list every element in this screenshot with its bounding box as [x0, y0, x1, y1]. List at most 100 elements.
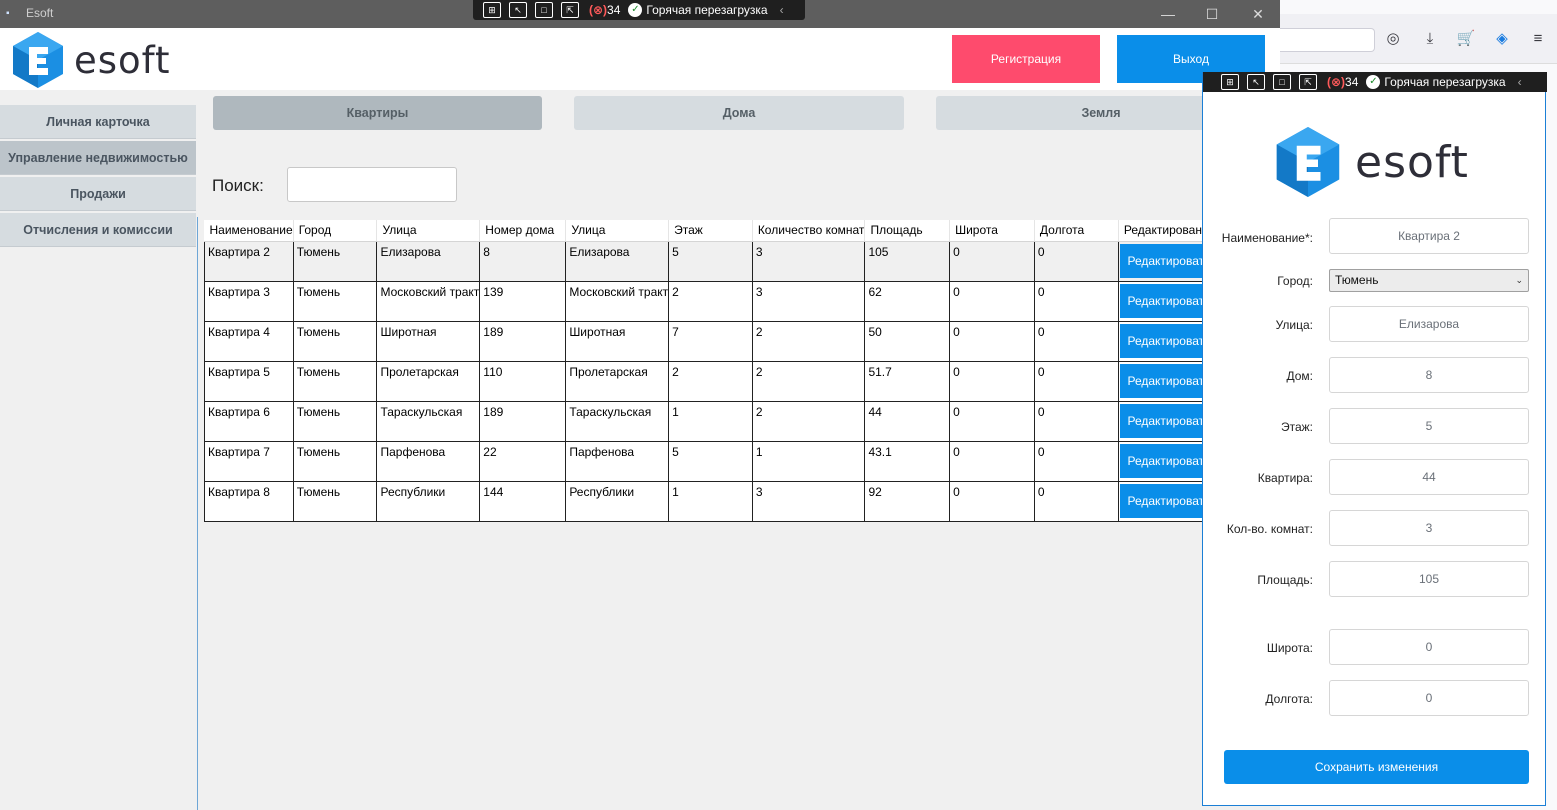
floor-field[interactable]: 5	[1329, 408, 1529, 444]
sidebar-item-property-management[interactable]: Управление недвижимостью	[0, 141, 196, 175]
table-row[interactable]: Квартира 2 Тюмень Елизарова 8 Елизарова 5 3 105…	[204, 240, 1281, 282]
browser-url-fragment[interactable]	[1280, 28, 1375, 52]
select-element-icon[interactable]: ↖	[1247, 74, 1265, 90]
sidebar-item-sales[interactable]: Продажи	[0, 177, 196, 211]
house-label: Дом:	[1286, 369, 1313, 383]
live-tree-icon[interactable]: ⊞	[483, 2, 501, 18]
live-tree-icon[interactable]: ⊞	[1221, 74, 1239, 90]
table-cell: Квартира 6	[204, 400, 294, 442]
maximize-button[interactable]: ☐	[1202, 4, 1222, 24]
table-cell: 2	[668, 360, 753, 402]
logo: esoft	[10, 30, 171, 90]
area-field[interactable]: 105	[1329, 561, 1529, 597]
table-cell: 0	[949, 320, 1035, 362]
table-cell: 0	[1033, 320, 1119, 362]
sidebar-item-personal-card[interactable]: Личная карточка	[0, 105, 196, 139]
column-header[interactable]: Улица	[565, 220, 670, 242]
table-cell: 50	[864, 320, 951, 362]
table-cell: 105	[864, 240, 951, 282]
column-header[interactable]: Номер дома	[479, 220, 567, 242]
city-select[interactable]: Тюмень ⌄	[1329, 269, 1529, 292]
column-header[interactable]: Город	[293, 220, 378, 242]
latitude-label: Широта:	[1266, 641, 1313, 655]
tab-houses[interactable]: Дома	[574, 96, 904, 130]
modal-logo-text: esoft	[1355, 136, 1469, 188]
house-field[interactable]: 8	[1329, 357, 1529, 393]
cart-icon[interactable]: 🛒	[1456, 29, 1476, 49]
column-header[interactable]: Долгота	[1034, 220, 1119, 242]
table-cell: 2	[751, 320, 866, 362]
tab-apartments[interactable]: Квартиры	[213, 96, 542, 130]
name-field[interactable]: Квартира 2	[1329, 218, 1529, 254]
hot-reload-label[interactable]: Горячая перезагрузка	[1384, 75, 1505, 89]
binding-errors[interactable]: (⊗)34	[589, 3, 620, 17]
table-cell: 144	[479, 480, 567, 522]
table-cell: 0	[949, 360, 1035, 402]
main-window: ▪ Esoft — ☐ ✕ esoft Регистрация Выход ⊞ …	[0, 0, 1281, 810]
area-label: Площадь:	[1257, 573, 1313, 587]
table-row[interactable]: Квартира 3 Тюмень Московский тракт 139 Моско…	[204, 280, 1281, 322]
table-cell: 1	[751, 440, 866, 482]
chevron-down-icon: ⌄	[1515, 275, 1523, 285]
column-header[interactable]: Широта	[949, 220, 1035, 242]
table-cell: Квартира 4	[204, 320, 294, 362]
track-focus-icon[interactable]: ⇱	[1299, 74, 1317, 90]
longitude-label: Долгота:	[1265, 692, 1313, 706]
collapse-chevron-icon[interactable]: ‹	[780, 3, 784, 17]
hot-reload-status-icon: ✓	[1366, 75, 1381, 89]
column-header[interactable]: Площадь	[864, 220, 951, 242]
table-row[interactable]: Квартира 6 Тюмень Тараскульская 189 Тараскул…	[204, 400, 1281, 442]
table-cell: 110	[479, 360, 567, 402]
table-cell: 7	[668, 320, 753, 362]
display-layout-icon[interactable]: □	[535, 2, 553, 18]
table-cell: 8	[479, 240, 567, 282]
header: esoft Регистрация Выход	[0, 28, 1280, 90]
display-layout-icon[interactable]: □	[1273, 74, 1291, 90]
city-label: Город:	[1277, 274, 1313, 288]
rooms-field[interactable]: 3	[1329, 510, 1529, 546]
download-icon[interactable]: ⤓	[1420, 29, 1440, 49]
collapse-chevron-icon[interactable]: ‹	[1518, 75, 1522, 89]
register-button[interactable]: Регистрация	[952, 35, 1100, 83]
table-cell: 0	[949, 400, 1035, 442]
column-header[interactable]: Этаж	[668, 220, 753, 242]
table-row[interactable]: Квартира 4 Тюмень Широтная 189 Широтная 7 2 50 0…	[204, 320, 1281, 362]
track-focus-icon[interactable]: ⇱	[561, 2, 579, 18]
column-header[interactable]: Количество комнат	[752, 220, 866, 242]
select-element-icon[interactable]: ↖	[509, 2, 527, 18]
table-cell: 189	[479, 320, 567, 362]
table-cell: Широтная	[376, 320, 481, 362]
logo-text: esoft	[74, 38, 171, 82]
table-cell: Квартира 5	[204, 360, 294, 402]
table-row[interactable]: Квартира 8 Тюмень Республики 144 Республики 1…	[204, 480, 1281, 522]
flat-label: Квартира:	[1257, 471, 1313, 485]
search-input[interactable]	[287, 167, 457, 202]
table-cell: Квартира 8	[204, 480, 294, 522]
table-cell: 62	[864, 280, 951, 322]
table-row[interactable]: Квартира 7 Тюмень Парфенова 22 Парфенова 5 1 43…	[204, 440, 1281, 482]
binding-errors[interactable]: (⊗)34	[1327, 75, 1358, 89]
street-field[interactable]: Елизарова	[1329, 306, 1529, 342]
shield-icon[interactable]: ◈	[1492, 29, 1512, 49]
table-cell: Елизарова	[376, 240, 481, 282]
dev-toolbar: ⊞ ↖ □ ⇱ (⊗)34 ✓ Горячая перезагрузка ‹	[473, 0, 805, 20]
flat-field[interactable]: 44	[1329, 459, 1529, 495]
table-cell: 0	[1033, 360, 1119, 402]
latitude-field[interactable]: 0	[1329, 629, 1529, 665]
sidebar-item-commissions[interactable]: Отчисления и комиссии	[0, 213, 196, 247]
modal-logo: esoft	[1273, 122, 1469, 202]
table-cell: Квартира 7	[204, 440, 294, 482]
column-header[interactable]: Наименование	[204, 220, 294, 242]
table-row[interactable]: Квартира 5 Тюмень Пролетарская 110 Пролетарс…	[204, 360, 1281, 402]
hot-reload-label[interactable]: Горячая перезагрузка	[646, 3, 767, 17]
table-cell: 51.7	[864, 360, 951, 402]
column-header[interactable]: Улица	[376, 220, 481, 242]
minimize-button[interactable]: —	[1158, 4, 1178, 24]
app-icon: ▪	[6, 8, 10, 19]
pocket-icon[interactable]: ◎	[1383, 29, 1403, 49]
longitude-field[interactable]: 0	[1329, 680, 1529, 716]
save-changes-button[interactable]: Сохранить изменения	[1224, 750, 1529, 784]
city-select-value: Тюмень	[1335, 273, 1379, 287]
close-button[interactable]: ✕	[1248, 4, 1268, 24]
menu-icon[interactable]: ≡	[1528, 29, 1548, 49]
